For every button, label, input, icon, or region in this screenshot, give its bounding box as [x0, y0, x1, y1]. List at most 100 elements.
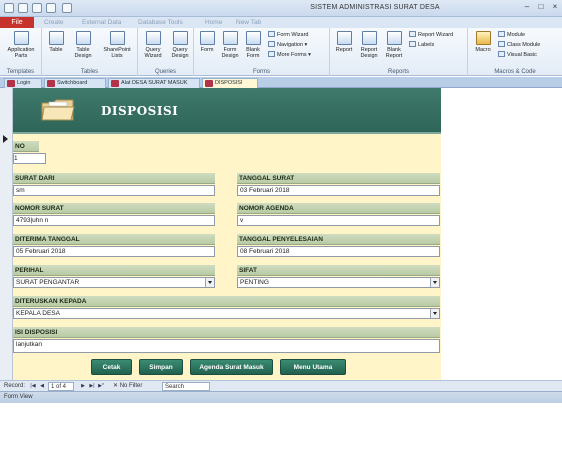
current-record-arrow-icon — [3, 135, 8, 143]
perihal-combo[interactable]: SURAT PENGANTAR — [13, 277, 215, 288]
sharepoint-lists-icon — [109, 31, 125, 45]
tab-file[interactable]: File — [0, 17, 34, 28]
redo-icon[interactable] — [46, 3, 56, 13]
form-empty-area — [441, 176, 562, 468]
table-icon — [48, 31, 64, 45]
record-position-box[interactable]: 1 of 4 — [48, 382, 74, 391]
labels-icon — [409, 41, 416, 47]
class-module-button[interactable]: Class Module — [498, 41, 540, 49]
form-object-icon — [111, 80, 119, 87]
last-record-icon[interactable]: ▶| — [89, 383, 95, 390]
minimize-button[interactable]: – — [520, 2, 534, 13]
visual-basic-button[interactable]: Visual Basic — [498, 51, 537, 59]
diteruskan-kepada-dropdown-icon[interactable] — [430, 309, 439, 318]
sifat-dropdown-icon[interactable] — [430, 278, 439, 287]
diterima-tanggal-label: DITERIMA TANGGAL — [13, 234, 215, 245]
form-design-icon — [222, 31, 238, 45]
save-icon[interactable] — [18, 3, 28, 13]
query-wizard-button[interactable]: Query Wizard — [140, 31, 166, 59]
table-design-button[interactable]: Table Design — [70, 31, 96, 59]
nomor-surat-label: NOMOR SURAT — [13, 203, 215, 214]
maximize-button[interactable]: □ — [534, 2, 548, 13]
application-parts-button[interactable]: Application Parts — [3, 31, 39, 59]
more-forms-button[interactable]: More Forms ▾ — [268, 51, 311, 59]
diterima-tanggal-field[interactable]: 05 Februari 2018 — [13, 246, 215, 257]
previous-record-icon[interactable]: ◀ — [39, 383, 45, 390]
module-button[interactable]: Module — [498, 31, 525, 39]
next-record-icon[interactable]: ▶ — [80, 383, 86, 390]
customize-toolbar-icon[interactable] — [62, 3, 72, 13]
form-title: DISPOSISI — [101, 104, 179, 118]
nomor-agenda-field[interactable]: v — [237, 215, 440, 226]
tanggal-penyelesaian-label: TANGGAL PENYELESAIAN — [237, 234, 440, 245]
blank-report-button[interactable]: Blank Report — [382, 31, 406, 59]
object-tabs: Login Switchboard Alat DESA SURAT MASUK … — [0, 77, 562, 88]
agenda-surat-masuk-button[interactable]: Agenda Surat Masuk — [190, 359, 273, 375]
filter-indicator[interactable]: ✕ No Filter — [113, 382, 142, 391]
close-button[interactable]: × — [548, 2, 562, 13]
isi-disposisi-field[interactable]: lanjutkan — [13, 339, 440, 353]
navigation-icon — [268, 41, 275, 47]
labels-button[interactable]: Labels — [409, 41, 434, 49]
diteruskan-kepada-combo[interactable]: KEPALA DESA — [13, 308, 440, 319]
status-bar: Form View — [0, 391, 562, 403]
macro-button[interactable]: Macro — [472, 31, 494, 53]
tab-external-data[interactable]: External Data — [82, 18, 121, 27]
tanggal-surat-label: TANGGAL SURAT — [237, 173, 440, 184]
tab-database-tools[interactable]: Database Tools — [138, 18, 183, 27]
form-wizard-button[interactable]: Form Wizard — [268, 31, 308, 39]
group-macros: Macro Module Class Module Visual Basic M… — [468, 28, 562, 76]
tanggal-surat-field[interactable]: 03 Februari 2018 — [237, 185, 440, 196]
form-wizard-icon — [268, 31, 275, 37]
new-record-icon[interactable]: ▶* — [98, 383, 104, 390]
sifat-combo[interactable]: PENTING — [237, 277, 440, 288]
navigation-button[interactable]: Navigation ▾ — [268, 41, 307, 49]
first-record-icon[interactable]: |◀ — [30, 383, 36, 390]
tab-create[interactable]: Create — [44, 18, 64, 27]
sifat-value: PENTING — [240, 279, 269, 286]
object-tab-surat-masuk[interactable]: Alat DESA SURAT MASUK — [108, 78, 200, 88]
diteruskan-kepada-label: DITERUSKAN KEPADA — [13, 296, 440, 307]
sharepoint-lists-button[interactable]: SharePoint Lists — [98, 31, 136, 59]
report-wizard-icon — [409, 31, 416, 37]
search-input[interactable]: Search — [162, 382, 210, 391]
application-parts-icon — [13, 31, 29, 45]
form-button[interactable]: Form — [196, 31, 218, 53]
no-filter-icon: ✕ — [113, 383, 120, 389]
blank-form-icon — [245, 31, 261, 45]
menu-utama-button[interactable]: Menu Utama — [280, 359, 346, 375]
view-mode: Form View — [4, 394, 33, 400]
form-design-button[interactable]: Form Design — [219, 31, 241, 59]
report-design-button[interactable]: Report Design — [357, 31, 381, 59]
report-wizard-button[interactable]: Report Wizard — [409, 31, 453, 39]
window-title: SISTEM ADMINISTRASI SURAT DESA — [310, 4, 440, 11]
object-tab-disposisi[interactable]: DISPOSISI — [202, 78, 258, 88]
tab-home[interactable]: Home — [205, 18, 222, 27]
blank-report-icon — [386, 31, 402, 45]
object-tab-login[interactable]: Login — [4, 78, 42, 88]
access-app-icon[interactable] — [4, 3, 14, 13]
tanggal-penyelesaian-field[interactable]: 08 Februari 2018 — [237, 246, 440, 257]
surat-dari-field[interactable]: sm — [13, 185, 215, 196]
table-button[interactable]: Table — [44, 31, 68, 53]
cetak-button[interactable]: Cetak — [91, 359, 132, 375]
nomor-surat-field[interactable]: 4793|uhn n — [13, 215, 215, 226]
group-templates-label: Templates — [6, 69, 35, 75]
report-button[interactable]: Report — [332, 31, 356, 53]
form-object-icon — [7, 80, 15, 87]
ribbon-tabs: File Create External Data Database Tools… — [0, 17, 562, 28]
form-detail: NO 1 SURAT DARI sm TANGGAL SURAT 03 Febr… — [13, 134, 441, 380]
tab-new[interactable]: New Tab — [236, 18, 261, 27]
query-design-button[interactable]: Query Design — [167, 31, 193, 59]
undo-icon[interactable] — [32, 3, 42, 13]
report-icon — [336, 31, 352, 45]
no-field[interactable]: 1 — [13, 153, 46, 164]
folder-icon — [41, 99, 75, 121]
simpan-button[interactable]: Simpan — [139, 359, 183, 375]
sifat-label: SIFAT — [237, 265, 440, 276]
record-selector[interactable] — [0, 88, 13, 380]
perihal-dropdown-icon[interactable] — [205, 278, 214, 287]
more-forms-icon — [268, 51, 275, 57]
object-tab-switchboard[interactable]: Switchboard — [44, 78, 106, 88]
blank-form-button[interactable]: Blank Form — [242, 31, 264, 59]
